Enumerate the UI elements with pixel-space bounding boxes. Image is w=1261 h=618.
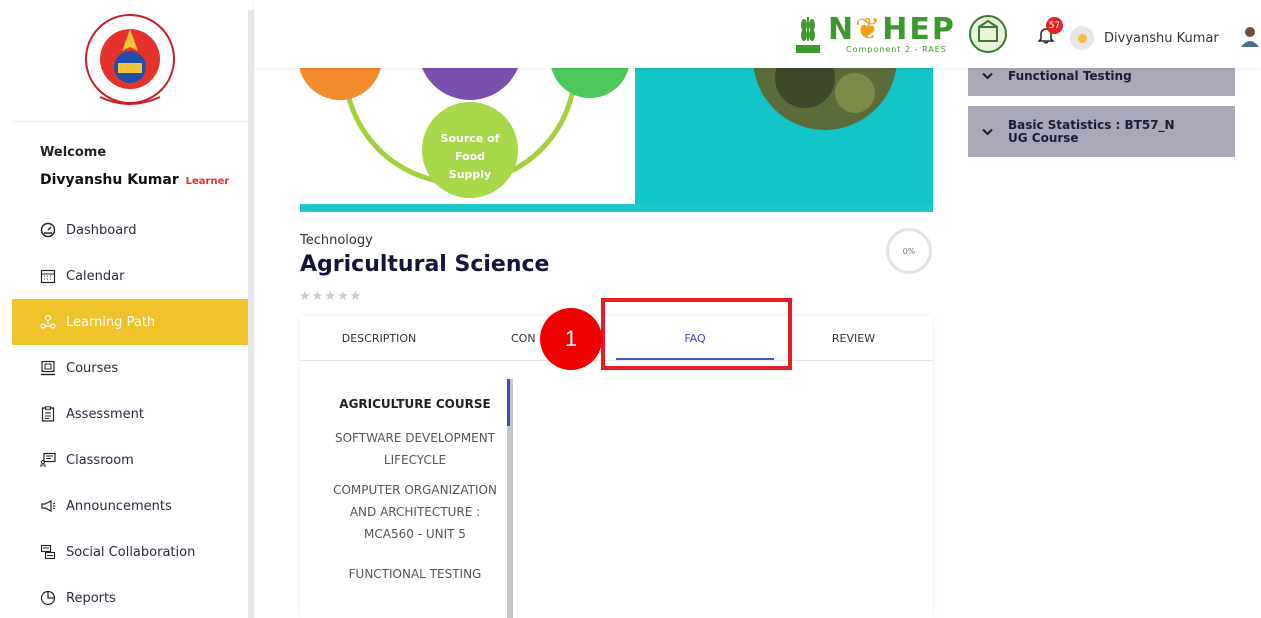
sidebar-item-label: Courses: [66, 360, 119, 376]
hero-divider: [300, 204, 933, 212]
sidebar-item-label: Dashboard: [66, 222, 137, 238]
sidebar-item-calendar[interactable]: Calendar: [12, 253, 248, 299]
sidebar-item-assessment[interactable]: Assessment: [12, 391, 248, 437]
role-badge: Learner: [185, 176, 230, 187]
sidebar-item-label: Calendar: [66, 268, 125, 284]
sidebar-user: Divyanshu Kumar Learner: [40, 172, 229, 188]
progress-indicator: 0%: [886, 228, 932, 274]
sidebar-item-dashboard[interactable]: Dashboard: [12, 207, 248, 253]
nahep-logo-text: N❦HEP: [828, 11, 956, 47]
sidebar-item-announcements[interactable]: Announcements: [12, 483, 248, 529]
sidebar-item-classroom[interactable]: Classroom: [12, 437, 248, 483]
social-collaboration-icon: [40, 544, 56, 560]
course-hero-image: [300, 68, 933, 212]
app-root: Welcome Divyanshu Kumar Learner Dashboar…: [0, 0, 1261, 618]
university-emblem-icon: [968, 15, 1007, 53]
faq-category-item[interactable]: COMPUTER ORGANIZATION AND ARCHITECTURE :…: [320, 479, 510, 553]
notification-count-badge: 57: [1046, 17, 1063, 34]
course-category: Technology: [300, 233, 373, 248]
annotation-highlight: [601, 298, 792, 370]
step-number-badge: 1: [540, 308, 602, 370]
sidebar-item-social-collaboration[interactable]: Social Collaboration: [12, 529, 248, 575]
sidebar-item-learning-path[interactable]: Learning Path: [12, 299, 248, 345]
learning-path-panel-basic-statistics[interactable]: Basic Statistics : BT57_N UG Course: [968, 106, 1235, 157]
sidebar-item-courses[interactable]: Courses: [12, 345, 248, 391]
dashboard-icon: [40, 222, 56, 238]
faq-category-item[interactable]: FUNCTIONAL TESTING: [320, 553, 510, 585]
assessment-icon: [40, 406, 56, 422]
faq-category-list: AGRICULTURE COURSE SOFTWARE DEVELOPMENT …: [320, 379, 510, 585]
user-avatar[interactable]: [1070, 26, 1094, 50]
user-profile-photo[interactable]: [1240, 25, 1260, 47]
rating-stars[interactable]: ★★★★★: [299, 289, 362, 304]
avatar-dot: [1077, 33, 1087, 43]
icar-logo: [12, 0, 248, 122]
tab-description[interactable]: DESCRIPTION: [300, 316, 458, 361]
chevron-down-icon: [982, 72, 994, 80]
faq-category-item[interactable]: AGRICULTURE COURSE: [320, 379, 510, 427]
classroom-icon: [40, 452, 56, 468]
faq-scrollbar-thumb[interactable]: [507, 379, 510, 426]
top-header: N❦HEP Component 2 - RAES 57 Divyanshu Ku…: [254, 0, 1261, 68]
sidebar-item-label: Announcements: [66, 498, 172, 514]
sidebar-nav: Dashboard Calendar Learning Path Courses…: [12, 207, 248, 618]
nahep-component-text: Component 2 - RAES: [846, 44, 947, 54]
sidebar-item-label: Social Collaboration: [66, 544, 196, 560]
faq-category-item[interactable]: SOFTWARE DEVELOPMENT LIFECYCLE: [320, 427, 510, 479]
sidebar-item-label: Assessment: [66, 406, 144, 422]
panel-title: Functional Testing: [1008, 69, 1132, 83]
header-user-name[interactable]: Divyanshu Kumar: [1104, 31, 1219, 46]
sidebar-item-label: Reports: [66, 590, 116, 606]
panel-title: Basic Statistics : BT57_N UG Course: [1008, 117, 1175, 145]
hero-circle-label: Source of Food Supply: [440, 132, 500, 181]
sidebar-item-label: Classroom: [66, 452, 134, 468]
sidebar: Welcome Divyanshu Kumar Learner Dashboar…: [0, 0, 248, 618]
courses-icon: [40, 360, 56, 376]
calendar-icon: [40, 268, 56, 284]
sidebar-scrollbar[interactable]: [248, 10, 254, 618]
tab-review[interactable]: REVIEW: [774, 316, 933, 361]
sidebar-item-reports[interactable]: Reports: [12, 575, 248, 618]
welcome-label: Welcome: [40, 145, 107, 160]
announcements-icon: [40, 498, 56, 514]
sidebar-user-name: Divyanshu Kumar: [40, 172, 179, 188]
sidebar-item-label: Learning Path: [66, 314, 156, 330]
nahep-brand: N❦HEP Component 2 - RAES: [794, 10, 1008, 58]
learning-path-icon: [40, 314, 56, 330]
chevron-down-icon: [982, 128, 994, 136]
reports-icon: [40, 590, 56, 606]
course-title: Agricultural Science: [300, 252, 550, 277]
icar-wheat-icon: [796, 17, 820, 53]
